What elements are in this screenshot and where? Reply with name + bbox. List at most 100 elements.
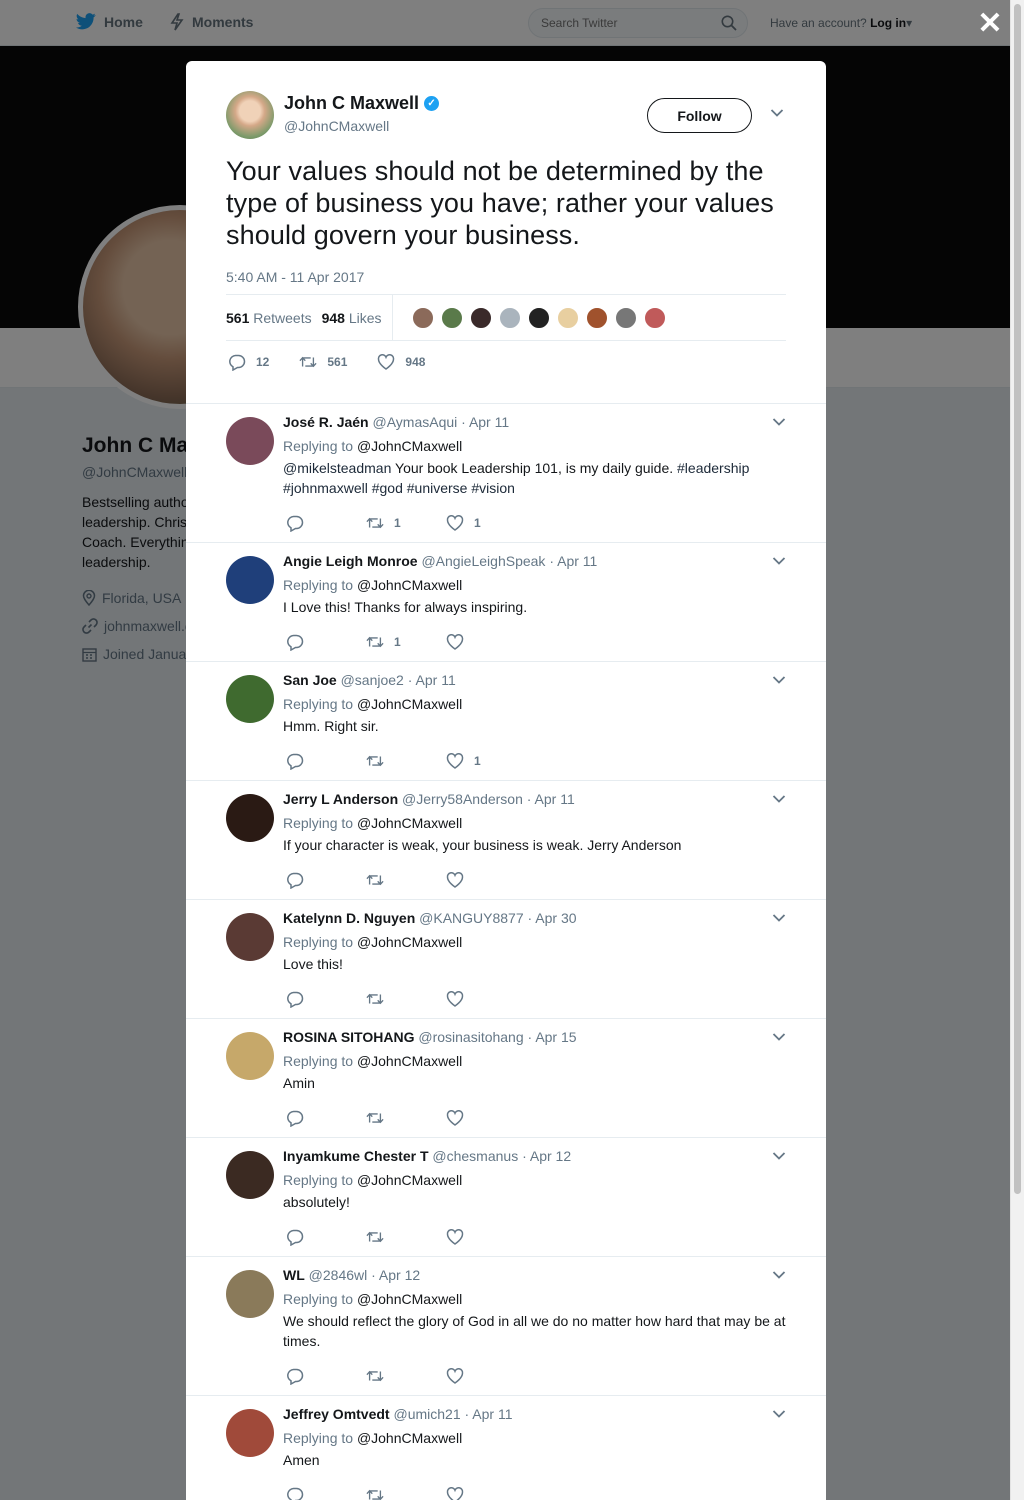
like-button[interactable] xyxy=(446,1367,526,1385)
retweet-button[interactable] xyxy=(366,1228,446,1246)
reply-options-chevron-down-icon[interactable] xyxy=(772,1267,786,1283)
reply-avatar[interactable] xyxy=(226,556,274,604)
reply-author-name[interactable]: ROSINA SITOHANG xyxy=(283,1029,414,1045)
tweet-options-chevron-down-icon[interactable] xyxy=(770,105,784,121)
replying-to-handle[interactable]: @JohnCMaxwell xyxy=(357,1053,462,1069)
author-name[interactable]: John C Maxwell xyxy=(284,93,419,114)
retweet-button[interactable]: 561 xyxy=(299,353,347,371)
replying-to-handle[interactable]: @JohnCMaxwell xyxy=(357,1291,462,1307)
retweet-button[interactable] xyxy=(366,1109,446,1127)
like-button[interactable]: 948 xyxy=(377,353,425,371)
liker-avatar[interactable] xyxy=(469,306,492,329)
replying-to-handle[interactable]: @JohnCMaxwell xyxy=(357,1430,462,1446)
reply-avatar[interactable] xyxy=(226,1151,274,1199)
reply-mention[interactable]: @mikelsteadman xyxy=(283,460,391,476)
like-button[interactable]: 1 xyxy=(446,752,526,770)
reply-author-handle[interactable]: @AngieLeighSpeak xyxy=(421,553,545,569)
likes-stat[interactable]: 948 Likes xyxy=(322,310,382,326)
reply-author-name[interactable]: Jerry L Anderson xyxy=(283,791,398,807)
retweet-button[interactable] xyxy=(366,1486,446,1500)
retweet-button[interactable]: 1 xyxy=(366,633,446,651)
reply-options-chevron-down-icon[interactable] xyxy=(772,1148,786,1164)
author-handle[interactable]: @JohnCMaxwell xyxy=(284,118,439,134)
like-button[interactable] xyxy=(446,633,526,651)
reply-author-handle[interactable]: @2846wl xyxy=(309,1267,368,1283)
reply-options-chevron-down-icon[interactable] xyxy=(772,1029,786,1045)
reply-author-handle[interactable]: @AymasAqui xyxy=(373,414,458,430)
reply-tweet[interactable]: Jerry L Anderson @Jerry58Anderson · Apr … xyxy=(186,781,826,900)
reply-tweet[interactable]: Inyamkume Chester T @chesmanus · Apr 12 R… xyxy=(186,1138,826,1257)
reply-button[interactable] xyxy=(286,871,366,889)
reply-avatar[interactable] xyxy=(226,1409,274,1457)
like-button[interactable] xyxy=(446,871,526,889)
retweets-stat[interactable]: 561 Retweets xyxy=(226,310,312,326)
reply-date[interactable]: Apr 12 xyxy=(530,1148,571,1164)
reply-author-name[interactable]: San Joe xyxy=(283,672,337,688)
reply-date[interactable]: Apr 30 xyxy=(535,910,576,926)
reply-button[interactable] xyxy=(286,633,366,651)
liker-avatar[interactable] xyxy=(498,306,521,329)
reply-avatar[interactable] xyxy=(226,675,274,723)
liker-avatar[interactable] xyxy=(585,306,608,329)
liker-avatar[interactable] xyxy=(643,306,666,329)
reply-date[interactable]: Apr 11 xyxy=(535,791,575,807)
replying-to-handle[interactable]: @JohnCMaxwell xyxy=(357,577,462,593)
reply-avatar[interactable] xyxy=(226,913,274,961)
reply-button[interactable] xyxy=(286,990,366,1008)
reply-button[interactable] xyxy=(286,1486,366,1500)
reply-options-chevron-down-icon[interactable] xyxy=(772,791,786,807)
reply-avatar[interactable] xyxy=(226,417,274,465)
replying-to-handle[interactable]: @JohnCMaxwell xyxy=(357,934,462,950)
reply-date[interactable]: Apr 11 xyxy=(416,672,456,688)
reply-date[interactable]: Apr 11 xyxy=(472,1406,512,1422)
reply-tweet[interactable]: Angie Leigh Monroe @AngieLeighSpeak · Ap… xyxy=(186,543,826,662)
page-scrollbar[interactable] xyxy=(1010,0,1024,1500)
retweet-button[interactable]: 1 xyxy=(366,514,446,532)
reply-options-chevron-down-icon[interactable] xyxy=(772,414,786,430)
reply-button[interactable] xyxy=(286,514,366,532)
reply-author-name[interactable]: Angie Leigh Monroe xyxy=(283,553,418,569)
author-avatar[interactable] xyxy=(226,91,274,139)
reply-author-name[interactable]: José R. Jaén xyxy=(283,414,369,430)
reply-button[interactable]: 12 xyxy=(228,353,269,371)
retweet-button[interactable] xyxy=(366,752,446,770)
scrollbar-thumb[interactable] xyxy=(1014,4,1021,1194)
reply-tweet[interactable]: ROSINA SITOHANG @rosinasitohang · Apr 15… xyxy=(186,1019,826,1138)
reply-button[interactable] xyxy=(286,1367,366,1385)
replying-to-handle[interactable]: @JohnCMaxwell xyxy=(357,438,462,454)
like-button[interactable] xyxy=(446,990,526,1008)
reply-button[interactable] xyxy=(286,752,366,770)
follow-button[interactable]: Follow xyxy=(647,98,752,133)
like-button[interactable] xyxy=(446,1228,526,1246)
retweet-button[interactable] xyxy=(366,990,446,1008)
reply-button[interactable] xyxy=(286,1109,366,1127)
replying-to-handle[interactable]: @JohnCMaxwell xyxy=(357,1172,462,1188)
reply-author-handle[interactable]: @sanjoe2 xyxy=(341,672,404,688)
reply-author-name[interactable]: Inyamkume Chester T xyxy=(283,1148,429,1164)
liker-avatar[interactable] xyxy=(614,306,637,329)
reply-date[interactable]: Apr 11 xyxy=(469,414,509,430)
reply-author-handle[interactable]: @rosinasitohang xyxy=(418,1029,523,1045)
reply-tweet[interactable]: Katelynn D. Nguyen @KANGUY8877 · Apr 30 R… xyxy=(186,900,826,1019)
reply-date[interactable]: Apr 12 xyxy=(379,1267,420,1283)
main-tweet-timestamp[interactable]: 5:40 AM - 11 Apr 2017 xyxy=(226,269,786,285)
reply-options-chevron-down-icon[interactable] xyxy=(772,553,786,569)
retweet-button[interactable] xyxy=(366,1367,446,1385)
reply-options-chevron-down-icon[interactable] xyxy=(772,1406,786,1422)
reply-tweet[interactable]: Jeffrey Omtvedt @umich21 · Apr 11 Replyin… xyxy=(186,1396,826,1500)
close-icon[interactable]: ✕ xyxy=(976,9,1004,39)
liker-avatar[interactable] xyxy=(527,306,550,329)
replying-to-handle[interactable]: @JohnCMaxwell xyxy=(357,815,462,831)
reply-author-name[interactable]: Jeffrey Omtvedt xyxy=(283,1406,390,1422)
liker-avatar[interactable] xyxy=(440,306,463,329)
reply-tweet[interactable]: WL @2846wl · Apr 12 Replying to @JohnCMax… xyxy=(186,1257,826,1396)
reply-avatar[interactable] xyxy=(226,1270,274,1318)
like-button[interactable]: 1 xyxy=(446,514,526,532)
reply-tweet[interactable]: José R. Jaén @AymasAqui · Apr 11 Replying… xyxy=(186,404,826,543)
reply-avatar[interactable] xyxy=(226,794,274,842)
reply-button[interactable] xyxy=(286,1228,366,1246)
like-button[interactable] xyxy=(446,1486,526,1500)
liker-avatar[interactable] xyxy=(411,306,434,329)
reply-author-handle[interactable]: @Jerry58Anderson xyxy=(402,791,523,807)
reply-author-name[interactable]: Katelynn D. Nguyen xyxy=(283,910,415,926)
